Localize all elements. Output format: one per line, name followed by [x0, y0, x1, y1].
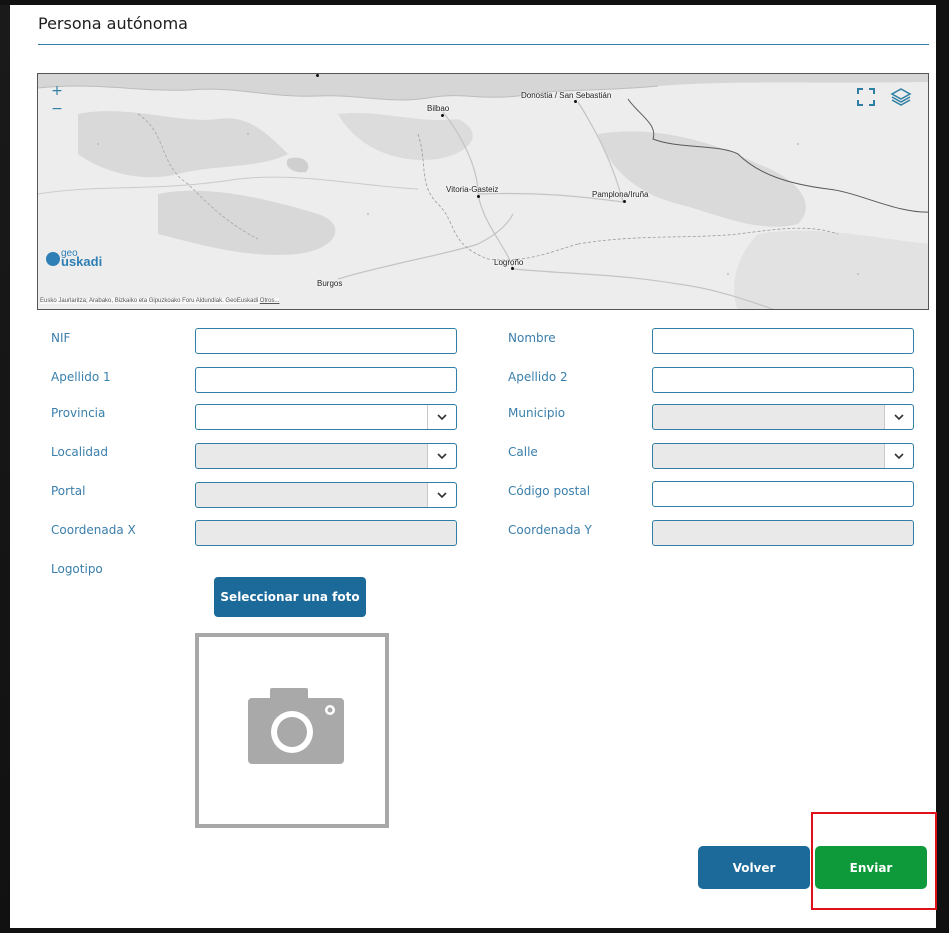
nif-label: NIF: [51, 331, 71, 345]
map-label-donostia: Donostia / San Sebastián: [521, 91, 612, 100]
chevron-down-icon: [894, 453, 904, 460]
apellido1-input[interactable]: [195, 367, 457, 393]
municipio-label: Municipio: [508, 406, 566, 420]
portal-select[interactable]: [195, 482, 457, 508]
chevron-down-icon: [437, 492, 447, 499]
location-map[interactable]: + − Bilbao Donostia / San Sebastián Vito…: [37, 73, 929, 310]
map-label-logrono: Logroño: [494, 258, 524, 267]
calle-select[interactable]: [652, 443, 914, 469]
logo-e-mark: [46, 252, 60, 266]
select-photo-button[interactable]: Seleccionar una foto: [214, 577, 366, 617]
map-marker-bilbao: [441, 114, 444, 117]
map-marker-pamplona: [623, 200, 626, 203]
page-title: Persona autónoma: [38, 14, 188, 33]
zoom-out-button[interactable]: −: [48, 100, 66, 118]
map-attribution: Eusko Jaurlaritza; Arabako, Bizkaiko eta…: [40, 298, 280, 304]
apellido2-label: Apellido 2: [508, 370, 568, 384]
map-attribution-text: Eusko Jaurlaritza; Arabako, Bizkaiko eta…: [40, 298, 259, 304]
nombre-label: Nombre: [508, 331, 556, 345]
provincia-label: Provincia: [51, 406, 106, 420]
map-label-bilbao: Bilbao: [427, 104, 450, 113]
title-divider: [38, 44, 929, 45]
provincia-select[interactable]: [195, 404, 457, 430]
logotipo-label: Logotipo: [51, 562, 103, 576]
chevron-down-icon: [437, 414, 447, 421]
window-frame-left: [0, 0, 10, 933]
portal-dropdown-toggle[interactable]: [427, 483, 456, 507]
map-marker-logrono: [511, 267, 514, 270]
nombre-input[interactable]: [652, 328, 914, 354]
localidad-select[interactable]: [195, 443, 457, 469]
logo-preview[interactable]: [195, 633, 389, 828]
map-zoom-controls: + −: [48, 82, 66, 118]
map-label-vitoria: Vitoria-Gasteiz: [446, 185, 499, 194]
logo-uskadi-text: uskadi: [61, 254, 103, 269]
coordenada-y-input[interactable]: [652, 520, 914, 546]
layers-icon[interactable]: [890, 86, 912, 108]
window-frame-bottom: [0, 928, 949, 933]
enviar-highlight-box: [811, 812, 937, 910]
chevron-down-icon: [894, 414, 904, 421]
municipio-dropdown-toggle[interactable]: [884, 405, 913, 429]
apellido1-label: Apellido 1: [51, 370, 111, 384]
map-label-burgos: Burgos: [317, 279, 343, 288]
zoom-in-button[interactable]: +: [48, 82, 66, 100]
apellido2-input[interactable]: [652, 367, 914, 393]
portal-label: Portal: [51, 484, 86, 498]
chevron-down-icon: [437, 453, 447, 460]
volver-button[interactable]: Volver: [698, 846, 810, 889]
fullscreen-icon[interactable]: [855, 86, 877, 108]
window-frame-top: [0, 0, 949, 5]
localidad-label: Localidad: [51, 445, 109, 459]
coordenada-y-label: Coordenada Y: [508, 523, 592, 537]
map-attribution-link[interactable]: Otros...: [260, 298, 280, 304]
map-label-pamplona: Pamplona/Iruña: [592, 190, 649, 199]
provincia-dropdown-toggle[interactable]: [427, 405, 456, 429]
municipio-select[interactable]: [652, 404, 914, 430]
window-frame-right: [936, 0, 949, 933]
calle-dropdown-toggle[interactable]: [884, 444, 913, 468]
map-marker-donostia: [574, 100, 577, 103]
map-marker-north: [316, 74, 319, 77]
codigo-postal-input[interactable]: [652, 481, 914, 507]
nif-input[interactable]: [195, 328, 457, 354]
map-marker-vitoria: [477, 195, 480, 198]
codigo-postal-label: Código postal: [508, 484, 591, 498]
camera-icon: [248, 688, 344, 764]
coordenada-x-label: Coordenada X: [51, 523, 136, 537]
calle-label: Calle: [508, 445, 538, 459]
localidad-dropdown-toggle[interactable]: [427, 444, 456, 468]
coordenada-x-input[interactable]: [195, 520, 457, 546]
